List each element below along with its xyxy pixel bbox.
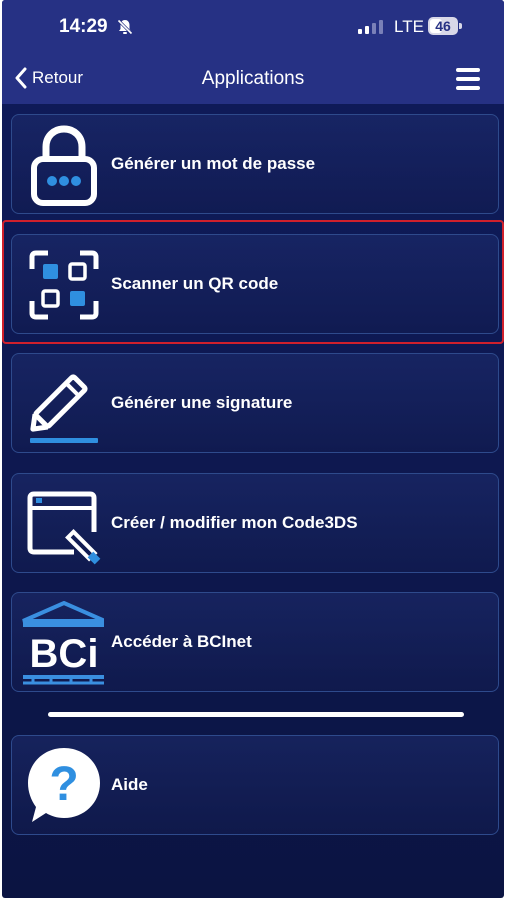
hamburger-menu-icon[interactable] <box>456 67 480 91</box>
battery-level: 46 <box>435 18 451 34</box>
app-card-code3ds[interactable]: Créer / modifier mon Code3DS <box>11 473 499 573</box>
status-time: 14:29 <box>59 16 108 37</box>
app-card-generate-password[interactable]: Générer un mot de passe <box>11 114 499 214</box>
browser-edit-icon <box>27 491 101 565</box>
app-label: Générer une signature <box>111 393 293 412</box>
app-card-help[interactable]: ? Aide <box>11 735 499 835</box>
network-type: LTE <box>394 17 424 36</box>
battery-icon: 46 <box>428 17 462 37</box>
svg-text:BCi: BCi <box>30 632 99 676</box>
nav-bar: Retour Applications <box>2 52 504 104</box>
help-bubble-icon: ? <box>28 748 100 822</box>
app-label: Aide <box>111 775 148 794</box>
padlock-icon <box>31 125 97 206</box>
status-bar: 14:29 LTE 46 <box>2 0 504 52</box>
app-card-generate-signature[interactable]: Générer une signature <box>11 353 499 453</box>
section-divider <box>48 712 464 717</box>
bell-slash-icon <box>117 19 133 35</box>
bci-logo-icon: BCi <box>22 601 104 685</box>
page-title: Applications <box>201 68 305 89</box>
app-card-bcinet[interactable]: BCi Accéder à BCInet <box>11 592 499 692</box>
selection-highlight <box>2 220 504 344</box>
app-screen: 14:29 LTE 46 Retour Applications Générer… <box>2 0 504 898</box>
app-label: Créer / modifier mon Code3DS <box>111 513 358 532</box>
cellular-signal-icon <box>358 20 383 34</box>
app-label: Générer un mot de passe <box>111 154 316 173</box>
pencil-icon <box>30 374 98 443</box>
svg-text:?: ? <box>49 758 78 811</box>
app-label: Accéder à BCInet <box>111 632 252 651</box>
